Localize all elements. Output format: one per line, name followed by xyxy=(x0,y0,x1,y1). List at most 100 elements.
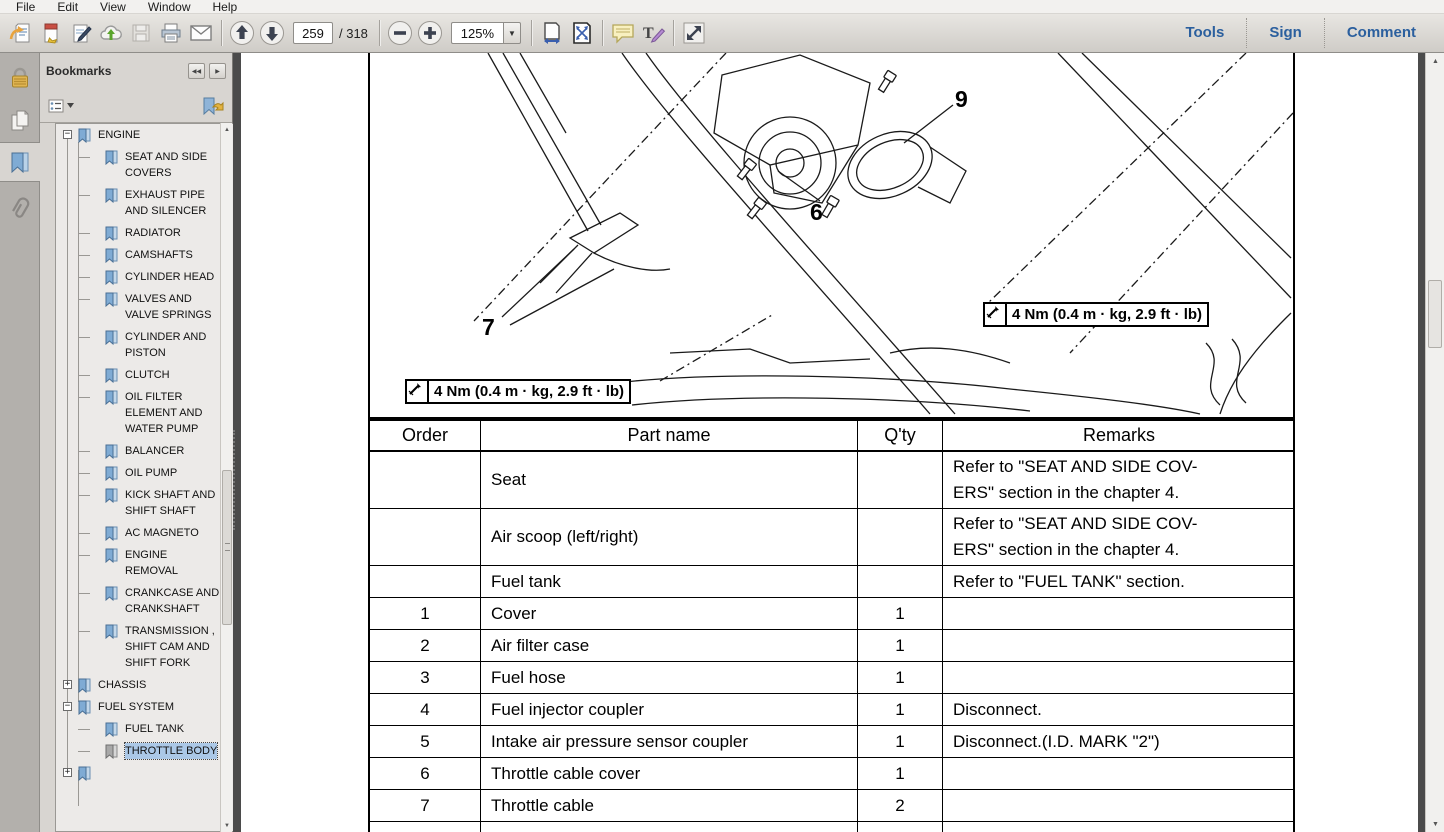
zoom-dropdown-caret[interactable]: ▼ xyxy=(503,22,521,44)
bookmark-item[interactable]: KICK SHAFT AND SHIFT SHAFT xyxy=(56,487,220,519)
bookmark-item[interactable]: CAMSHAFTS xyxy=(56,247,220,263)
bookmark-label[interactable]: CYLINDER AND PISTON xyxy=(125,329,220,361)
bookmark-label[interactable]: BALANCER xyxy=(125,443,184,459)
menu-item[interactable]: Window xyxy=(138,0,201,14)
create-pdf-button[interactable] xyxy=(36,18,66,48)
bookmark-item[interactable]: SEAT AND SIDE COVERS xyxy=(56,149,220,181)
expander-toggle[interactable]: + xyxy=(63,680,72,689)
options-menu-button[interactable] xyxy=(48,99,74,113)
bookmark-item[interactable]: FUEL TANK xyxy=(56,721,220,737)
bookmark-label[interactable]: FUEL TANK xyxy=(125,721,184,737)
save-button[interactable] xyxy=(126,18,156,48)
navigation-rail xyxy=(0,53,40,832)
bookmark-label[interactable]: TRANSMISSION , SHIFT CAM AND SHIFT FORK xyxy=(125,623,220,671)
bookmark-label[interactable]: OIL PUMP xyxy=(125,465,177,481)
bookmark-item[interactable]: THROTTLE BODY xyxy=(56,743,220,759)
print-button[interactable] xyxy=(156,18,186,48)
bookmark-item[interactable]: CYLINDER HEAD xyxy=(56,269,220,285)
bookmark-item[interactable]: BALANCER xyxy=(56,443,220,459)
bookmark-label[interactable]: VALVES AND VALVE SPRINGS xyxy=(125,291,220,323)
expander-toggle[interactable]: + xyxy=(63,768,72,777)
bookmark-label[interactable]: ENGINE xyxy=(98,127,140,143)
bookmarks-scrollbar[interactable]: ▲ ▼ xyxy=(220,123,232,832)
bookmark-item[interactable]: − ENGINE xyxy=(56,127,220,143)
panel-resize-grip[interactable] xyxy=(233,430,238,530)
table-row: 7 Throttle cable 2 xyxy=(370,790,1293,822)
document-scrollbar[interactable]: ▲ ▼ xyxy=(1425,53,1444,832)
menu-item[interactable]: View xyxy=(90,0,136,14)
bookmark-item[interactable]: VALVES AND VALVE SPRINGS xyxy=(56,291,220,323)
bookmark-label[interactable]: CLUTCH xyxy=(125,367,170,383)
remarks-cell xyxy=(942,758,1295,789)
expander-toggle[interactable]: − xyxy=(63,130,72,139)
fullscreen-button[interactable] xyxy=(679,18,709,48)
bookmark-item[interactable]: ENGINE REMOVAL xyxy=(56,547,220,579)
bookmark-item[interactable]: − FUEL SYSTEM xyxy=(56,699,220,715)
bookmark-item[interactable]: + xyxy=(56,765,220,781)
bookmark-item[interactable]: CRANKCASE AND CRANKSHAFT xyxy=(56,585,220,617)
fit-page-button[interactable] xyxy=(567,18,597,48)
fit-width-button[interactable] xyxy=(537,18,567,48)
comment-pane-button[interactable]: Comment xyxy=(1325,14,1438,52)
zoom-out-button[interactable] xyxy=(385,18,415,48)
bookmark-ribbon-icon xyxy=(105,292,118,307)
qty-cell: 1 xyxy=(857,758,942,789)
bookmark-label[interactable]: CHASSIS xyxy=(98,677,146,693)
sign-pane-button[interactable]: Sign xyxy=(1247,14,1324,52)
bookmark-item[interactable]: + CHASSIS xyxy=(56,677,220,693)
fill-sign-button[interactable] xyxy=(66,18,96,48)
bookmark-item[interactable]: OIL PUMP xyxy=(56,465,220,481)
fit-width-icon xyxy=(540,21,564,45)
qty-cell: 1 xyxy=(857,726,942,757)
torque-wrench-icon xyxy=(985,304,1007,325)
new-bookmark-button[interactable] xyxy=(202,97,224,115)
expander-toggle[interactable]: − xyxy=(63,702,72,711)
part-name-cell: Throttle cable xyxy=(480,790,857,821)
scroll-up-icon[interactable]: ▲ xyxy=(1426,53,1444,69)
previous-page-button[interactable] xyxy=(227,18,257,48)
bookmark-label[interactable]: THROTTLE BODY xyxy=(125,743,217,759)
bookmark-label[interactable]: CYLINDER HEAD xyxy=(125,269,214,285)
bookmark-label[interactable]: EXHAUST PIPE AND SILENCER xyxy=(125,187,220,219)
bookmark-item[interactable]: EXHAUST PIPE AND SILENCER xyxy=(56,187,220,219)
bookmark-item[interactable]: CLUTCH xyxy=(56,367,220,383)
scroll-down-icon[interactable]: ▼ xyxy=(221,819,233,832)
next-page-button[interactable] xyxy=(257,18,287,48)
bookmarks-panel-button[interactable] xyxy=(0,142,40,182)
page-thumbnails-button[interactable] xyxy=(0,101,40,141)
menu-item[interactable]: File xyxy=(6,0,45,14)
bookmark-label[interactable]: RADIATOR xyxy=(125,225,181,241)
bookmark-label[interactable]: CRANKCASE AND CRANKSHAFT xyxy=(125,585,220,617)
zoom-in-button[interactable] xyxy=(415,18,445,48)
bookmark-label[interactable]: SEAT AND SIDE COVERS xyxy=(125,149,220,181)
bookmark-item[interactable]: CYLINDER AND PISTON xyxy=(56,329,220,361)
menu-item[interactable]: Edit xyxy=(47,0,88,14)
scroll-down-icon[interactable]: ▼ xyxy=(1426,816,1444,832)
bookmark-label[interactable]: KICK SHAFT AND SHIFT SHAFT xyxy=(125,487,220,519)
scrollbar-thumb[interactable] xyxy=(1428,280,1442,348)
scrollbar-thumb[interactable] xyxy=(222,470,232,625)
send-upload-button[interactable] xyxy=(96,18,126,48)
bookmark-label[interactable]: CAMSHAFTS xyxy=(125,247,193,263)
attachments-button[interactable] xyxy=(0,187,40,227)
expand-panel-button[interactable]: ▶ xyxy=(209,63,226,79)
email-button[interactable] xyxy=(186,18,216,48)
bookmark-item[interactable]: TRANSMISSION , SHIFT CAM AND SHIFT FORK xyxy=(56,623,220,671)
bookmark-label[interactable]: FUEL SYSTEM xyxy=(98,699,174,715)
bookmark-label[interactable]: OIL FILTER ELEMENT AND WATER PUMP xyxy=(125,389,220,437)
collapse-panel-button[interactable]: ◀◀ xyxy=(188,63,205,79)
bookmark-label[interactable]: ENGINE REMOVAL xyxy=(125,547,220,579)
open-file-button[interactable] xyxy=(6,18,36,48)
menu-item[interactable]: Help xyxy=(203,0,248,14)
security-lock-button[interactable] xyxy=(0,58,40,98)
bookmark-label[interactable]: AC MAGNETO xyxy=(125,525,199,541)
comment-note-button[interactable] xyxy=(608,18,638,48)
scroll-up-icon[interactable]: ▲ xyxy=(221,123,233,136)
text-annotation-button[interactable]: T xyxy=(638,18,668,48)
bookmark-item[interactable]: AC MAGNETO xyxy=(56,525,220,541)
tools-pane-button[interactable]: Tools xyxy=(1163,14,1246,52)
bookmark-item[interactable]: OIL FILTER ELEMENT AND WATER PUMP xyxy=(56,389,220,437)
bookmark-item[interactable]: RADIATOR xyxy=(56,225,220,241)
page-number-input[interactable] xyxy=(293,22,333,44)
zoom-level-value[interactable]: 125% xyxy=(451,22,503,44)
